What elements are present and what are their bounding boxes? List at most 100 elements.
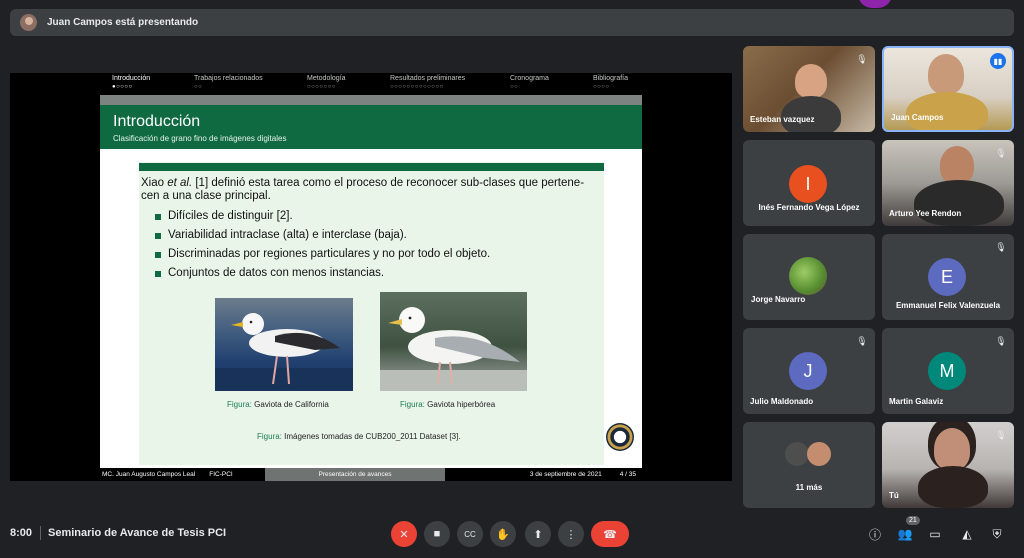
slide-nav-dots: ○○ <box>510 84 519 90</box>
slide-title: Introducción <box>113 113 201 130</box>
participant-avatar <box>789 257 827 295</box>
participant-name: Emmanuel Felix Valenzuela <box>895 301 1001 310</box>
participant-video <box>934 428 970 470</box>
slide-nav-item: Cronograma <box>510 75 549 82</box>
participant-tile[interactable]: M 🎙 Martin Galaviz <box>882 328 1014 414</box>
caption-text: Gaviota hiperbórea <box>427 400 496 409</box>
end-call-button[interactable]: ☎ <box>591 521 629 547</box>
gull-photo-hiperborea <box>380 292 527 391</box>
people-button[interactable]: 👥 <box>896 525 914 543</box>
present-icon: ⬆ <box>533 528 543 541</box>
slide-bullets: Difíciles de distinguir [2]. Variabilida… <box>155 210 595 286</box>
participant-name: Juan Campos <box>891 113 944 122</box>
footer-page: 4 / 35 <box>619 471 636 478</box>
bullet-item: Difíciles de distinguir [2]. <box>155 210 595 223</box>
participant-name: Inés Fernando Vega López <box>758 203 860 212</box>
info-icon: ⓘ <box>868 527 881 542</box>
more-participants-tile[interactable]: 11 más <box>743 422 875 508</box>
host-controls-button[interactable]: ⛨ <box>988 525 1006 543</box>
slide-nav-dots: ○○○○ <box>593 84 610 90</box>
avatar-initial: M <box>939 360 955 381</box>
bullet-text: Variabilidad intraclase (alta) e intercl… <box>168 229 407 241</box>
mic-off-icon: 🎙 <box>995 148 1007 158</box>
participant-tile-active[interactable]: ▮▮ Juan Campos <box>882 46 1014 132</box>
slide-nav-item: Resultados preliminares <box>390 75 466 82</box>
mic-off-icon: 🎙 <box>995 336 1007 346</box>
figure-caption-main: Figura: Imágenes tomadas de CUB200_2011 … <box>257 432 461 441</box>
presenter-avatar <box>20 14 37 31</box>
captions-icon: CC <box>464 529 476 539</box>
footer-org: FIC-PCI <box>209 471 233 478</box>
slide-nav-dots: ○○ <box>194 84 203 90</box>
participant-tile[interactable]: E 🎙 Emmanuel Felix Valenzuela <box>882 234 1014 320</box>
slide-nav-dots: ●○○○○ <box>112 84 133 90</box>
mic-button[interactable]: ✕ <box>391 521 417 547</box>
bullet-item: Conjuntos de datos con menos instancias. <box>155 267 595 280</box>
mic-off-icon: 🎙 <box>995 242 1007 252</box>
university-seal-icon <box>606 423 634 451</box>
participant-tile[interactable]: 🎙 Arturo Yee Rendon <box>882 140 1014 226</box>
participant-tile[interactable]: 🎙 Esteban vazquez <box>743 46 875 132</box>
camera-button[interactable]: ■ <box>424 521 450 547</box>
participant-video <box>795 64 827 98</box>
participant-video <box>940 146 974 184</box>
clock: 8:00 <box>10 527 33 539</box>
more-options-icon: ⋮ <box>565 528 577 541</box>
present-button[interactable]: ⬆ <box>525 521 551 547</box>
slide-body <box>139 162 604 465</box>
end-call-icon: ☎ <box>603 528 617 541</box>
chat-button[interactable]: ▭ <box>926 525 944 543</box>
speaking-icon: ▮▮ <box>990 53 1006 69</box>
presenting-title: Juan Campos está presentando <box>47 17 199 28</box>
self-tile[interactable]: 🎙 Tú <box>882 422 1014 508</box>
participant-avatar: J <box>789 352 827 390</box>
participant-tile[interactable]: I Inés Fernando Vega López <box>743 140 875 226</box>
footer-center-text: Presentación de avances <box>318 471 392 478</box>
figure-caption-1: Figura: Gaviota de California <box>227 400 329 409</box>
para-prefix: Xiao <box>141 177 168 189</box>
slide-subtitle: Clasificación de grano fino de imágenes … <box>113 134 287 143</box>
footer-left: MC. Juan Augusto Campos Leal FIC-PCI <box>100 468 265 481</box>
footer-right: 3 de septiembre de 2021 4 / 35 <box>445 468 642 481</box>
bottom-bar: 8:00 Seminario de Avance de Tesis PCI ✕ … <box>0 515 1024 555</box>
participant-name: Julio Maldonado <box>750 397 814 406</box>
bullet-text: Conjuntos de datos con menos instancias. <box>168 267 385 279</box>
activities-button[interactable]: ◭ <box>958 525 976 543</box>
participant-avatar: E <box>928 258 966 296</box>
figure-caption-2: Figura: Gaviota hiperbórea <box>400 400 495 409</box>
footer-center: Presentación de avances <box>265 468 445 481</box>
slide-footer: MC. Juan Augusto Campos Leal FIC-PCI Pres… <box>100 468 642 481</box>
mic-off-icon: ✕ <box>399 528 409 541</box>
bullet-item: Discriminadas por regiones particulares … <box>155 248 595 261</box>
caption-text: Imágenes tomadas de CUB200_2011 Dataset … <box>284 432 461 441</box>
slide-nav-item: Metodología <box>307 75 346 82</box>
avatar-initial: I <box>805 173 811 194</box>
info-button[interactable]: ⓘ <box>866 525 884 543</box>
avatar-initial: E <box>940 266 953 287</box>
mic-off-icon: 🎙 <box>995 430 1007 440</box>
bullet-square-icon <box>155 232 161 239</box>
bullet-square-icon <box>155 270 161 277</box>
slide-nav-item: Trabajos relacionados <box>194 75 263 82</box>
mini-avatar <box>807 442 831 466</box>
presentation-stage[interactable]: Introducción ●○○○○ Trabajos relacionados… <box>10 73 732 481</box>
meeting-title: Seminario de Avance de Tesis PCI <box>48 527 227 539</box>
participant-name: Tú <box>889 491 899 500</box>
participant-name: Jorge Navarro <box>751 295 806 304</box>
mic-off-icon: 🎙 <box>856 336 868 346</box>
bullet-text: Discriminadas por regiones particulares … <box>168 248 491 260</box>
participant-name: Martin Galaviz <box>889 397 944 406</box>
participant-tile[interactable]: Jorge Navarro <box>743 234 875 320</box>
participant-tile[interactable]: J 🎙 Julio Maldonado <box>743 328 875 414</box>
more-options-button[interactable]: ⋮ <box>558 521 584 547</box>
captions-button[interactable]: CC <box>457 521 483 547</box>
raise-hand-button[interactable]: ✋ <box>490 521 516 547</box>
mic-off-icon: 🎙 <box>856 54 868 64</box>
participant-avatar: M <box>928 352 966 390</box>
slide-nav-dots: ○○○○○○○○○○○○○ <box>390 84 444 90</box>
participant-video-body <box>918 466 988 508</box>
slide-nav-item: Bibliografía <box>593 75 629 82</box>
more-count: 11 más <box>795 483 823 492</box>
slide-header: Introducción Clasificación de grano fino… <box>100 105 642 149</box>
caption-text: Gaviota de California <box>254 400 329 409</box>
